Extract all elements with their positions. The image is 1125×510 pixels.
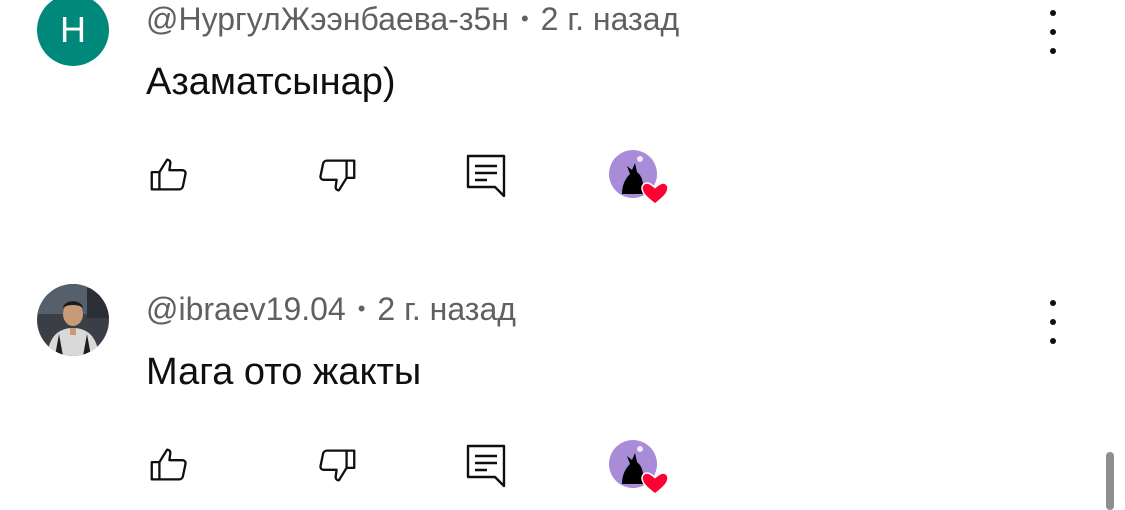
more-vertical-icon-dot: [1050, 48, 1056, 54]
comment-meta: @ibraev19.04 • 2 г. назад: [146, 290, 516, 332]
more-vertical-icon: [1050, 10, 1056, 16]
author-avatar[interactable]: Н: [37, 0, 109, 66]
comment-actions: [0, 150, 700, 213]
like-button[interactable]: [146, 442, 192, 493]
comment-actions: [0, 440, 700, 503]
comment-menu-button[interactable]: [1038, 300, 1068, 344]
creator-avatar-heart-icon: [609, 440, 669, 495]
creator-heart-badge[interactable]: [608, 440, 672, 503]
comment-icon: [466, 154, 506, 198]
author-handle[interactable]: @ibraev19.04: [146, 291, 346, 327]
author-avatar[interactable]: [37, 284, 109, 356]
dislike-button[interactable]: [314, 152, 360, 203]
more-vertical-icon-dot: [1050, 338, 1056, 344]
more-vertical-icon-dot: [1050, 319, 1056, 325]
thumbs-down-icon: [319, 159, 356, 192]
creator-avatar-heart-icon: [609, 150, 669, 205]
comment-meta: @НургулЖээнбаева-з5н • 2 г. назад: [146, 0, 679, 42]
avatar-photo-icon: [37, 284, 109, 356]
thumbs-up-icon: [150, 158, 187, 191]
more-vertical-icon: [1050, 300, 1056, 306]
comment-menu-button[interactable]: [1038, 10, 1068, 54]
comment-text: Мага ото жакты: [146, 351, 422, 393]
comment-icon: [466, 444, 506, 488]
thumbs-up-icon: [150, 448, 187, 481]
thumbs-down-icon: [319, 449, 356, 482]
dislike-button[interactable]: [314, 442, 360, 493]
more-vertical-icon-dot: [1050, 29, 1056, 35]
author-handle[interactable]: @НургулЖээнбаева-з5н: [146, 1, 509, 37]
meta-separator: •: [520, 6, 529, 31]
comment-text: Азаматсынар): [146, 61, 396, 103]
comment-timestamp[interactable]: 2 г. назад: [377, 291, 515, 327]
reply-button[interactable]: [464, 442, 508, 495]
creator-heart-badge[interactable]: [608, 150, 672, 213]
comment-timestamp[interactable]: 2 г. назад: [541, 1, 679, 37]
scrollbar-thumb[interactable]: [1106, 452, 1114, 510]
reply-button[interactable]: [464, 152, 508, 205]
avatar-letter: Н: [60, 9, 86, 50]
meta-separator: •: [357, 296, 366, 321]
like-button[interactable]: [146, 152, 192, 203]
